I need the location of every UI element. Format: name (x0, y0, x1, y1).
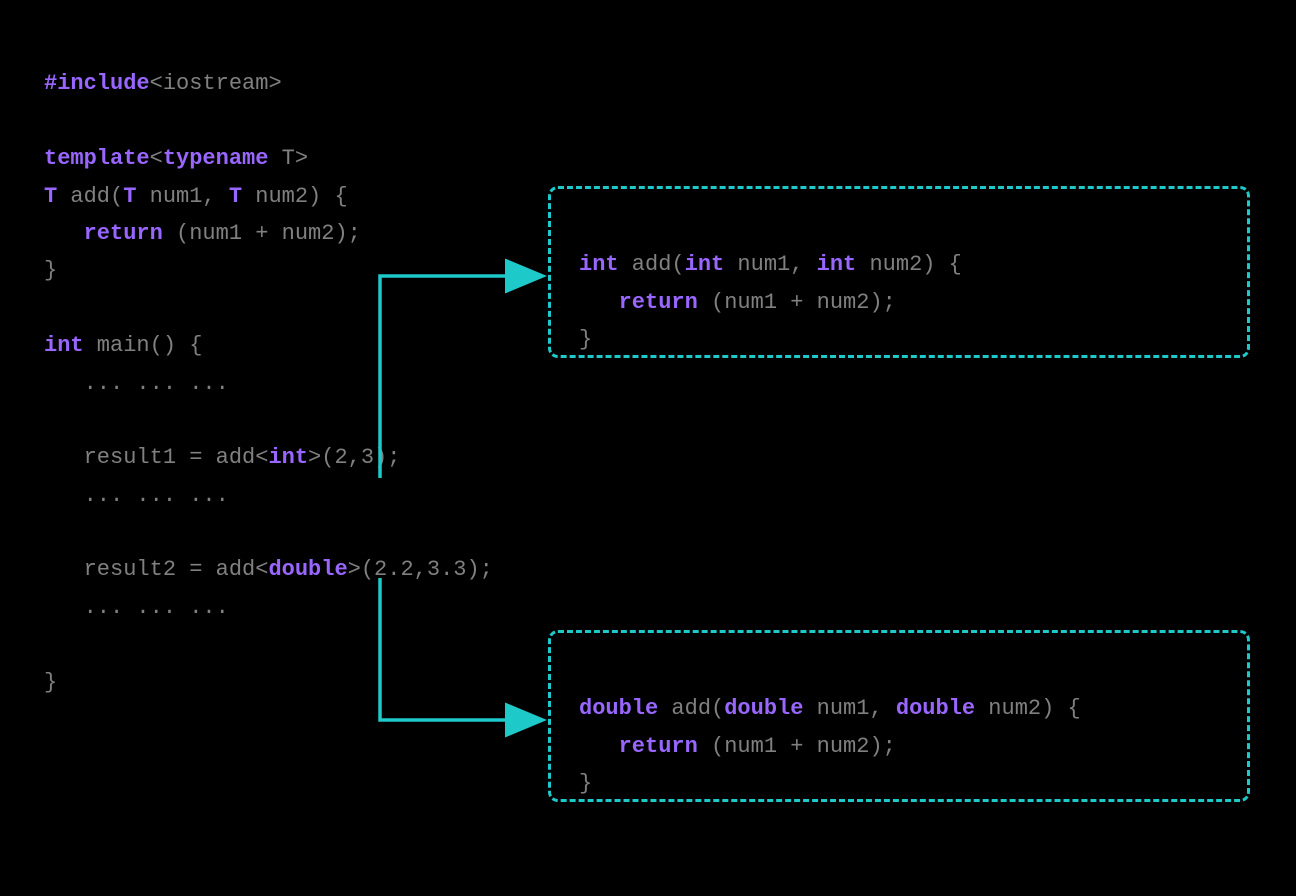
typename-keyword: typename (163, 146, 269, 171)
int-keyword: int (44, 333, 84, 358)
double-type-param: double (268, 557, 347, 582)
double-return-type: double (579, 696, 658, 721)
include-keyword: #include (44, 71, 150, 96)
ellipsis: ... ... ... (44, 595, 229, 620)
return-keyword: return (619, 290, 698, 315)
main-code-block: #include<iostream> template<typename T> … (44, 28, 493, 701)
type-T: T (44, 184, 57, 209)
int-return-type: int (579, 252, 619, 277)
ellipsis: ... ... ... (44, 483, 229, 508)
return-keyword: return (84, 221, 163, 246)
return-keyword: return (619, 734, 698, 759)
include-target: <iostream> (150, 71, 282, 96)
int-instantiation-box: int add(int num1, int num2) { return (nu… (548, 186, 1250, 358)
double-instantiation-box: double add(double num1, double num2) { r… (548, 630, 1250, 802)
int-type-param: int (268, 445, 308, 470)
ellipsis: ... ... ... (44, 371, 229, 396)
template-keyword: template (44, 146, 150, 171)
